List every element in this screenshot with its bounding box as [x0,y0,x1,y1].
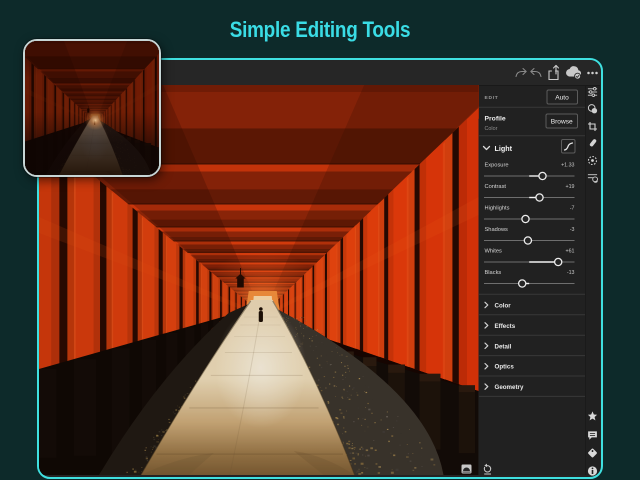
svg-text:+1.33: +1.33 [561,163,574,169]
svg-text:Optics: Optics [494,364,514,371]
svg-text:Color: Color [494,303,511,310]
svg-text:Effects: Effects [494,323,515,330]
svg-text:Blacks: Blacks [484,270,501,276]
svg-text:Profile: Profile [484,116,505,123]
svg-text:Light: Light [494,144,512,153]
svg-text:-7: -7 [569,206,574,212]
svg-text:+61: +61 [565,249,574,255]
svg-text:-3: -3 [569,227,574,233]
svg-text:+19: +19 [565,184,574,190]
svg-text:Detail: Detail [494,343,511,350]
svg-text:Geometry: Geometry [494,384,523,391]
svg-text:-13: -13 [566,270,574,276]
svg-text:Shadows: Shadows [484,227,508,233]
svg-text:Browse: Browse [550,118,572,125]
svg-text:Whites: Whites [484,249,502,255]
svg-text:EDIT: EDIT [484,95,498,101]
svg-text:Exposure: Exposure [484,163,508,169]
svg-text:Color: Color [484,126,497,132]
svg-text:Highlights: Highlights [484,206,509,212]
svg-text:Contrast: Contrast [484,184,506,190]
svg-text:Auto: Auto [555,94,569,101]
